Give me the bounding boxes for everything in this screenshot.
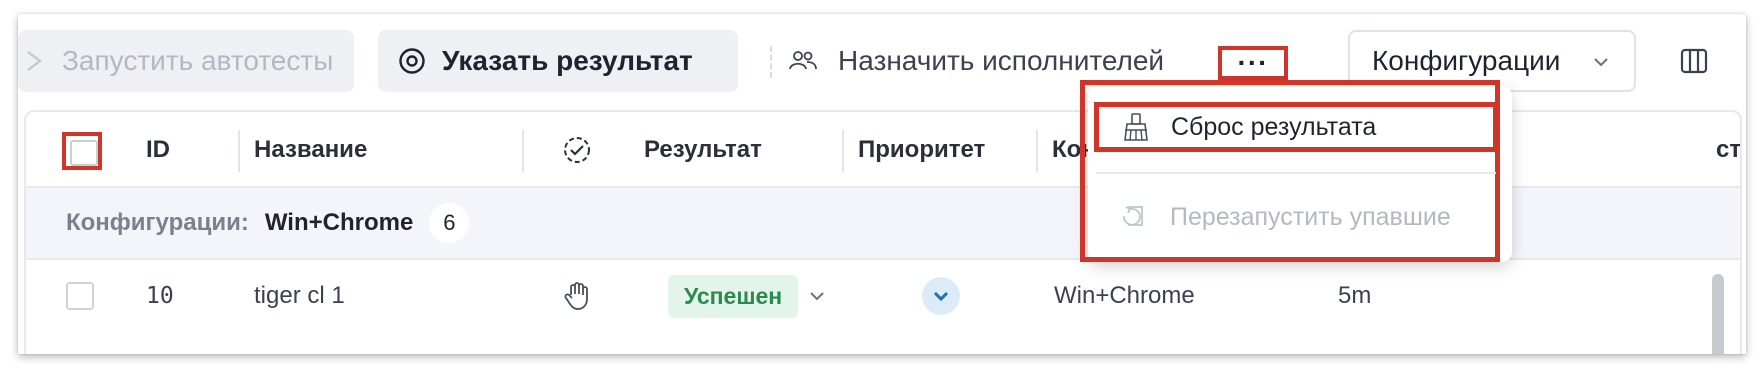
table-row[interactable]: 10 tiger cl 1 Успешен Win+Chrome 5m bbox=[26, 260, 1740, 332]
column-header-name[interactable]: Название bbox=[254, 112, 367, 188]
row-name[interactable]: tiger cl 1 bbox=[254, 260, 345, 332]
rerun-icon bbox=[1123, 206, 1143, 226]
play-icon bbox=[27, 51, 43, 71]
row-id: 10 bbox=[146, 283, 174, 309]
column-header-priority[interactable]: Приоритет bbox=[858, 112, 985, 188]
column-header-extra[interactable]: сти bbox=[1716, 112, 1740, 188]
priority-low-icon bbox=[922, 277, 960, 315]
configurations-label: Конфигурации bbox=[1372, 45, 1561, 76]
target-icon bbox=[399, 48, 425, 74]
vertical-scrollbar[interactable] bbox=[1712, 274, 1724, 354]
priority-cell bbox=[922, 260, 960, 332]
group-label: Конфигурации: bbox=[66, 209, 249, 236]
circle-check-icon bbox=[564, 137, 590, 163]
set-result-button[interactable]: Указать результат bbox=[378, 30, 738, 92]
run-autotests-label: Запустить автотесты bbox=[62, 45, 334, 76]
select-all-checkbox[interactable] bbox=[62, 132, 102, 170]
column-divider bbox=[238, 130, 240, 172]
app-frame: Запустить автотесты Указать результат На… bbox=[18, 14, 1746, 354]
users-icon bbox=[789, 51, 817, 70]
status-cell[interactable]: Успешен bbox=[668, 260, 826, 332]
column-header-result[interactable]: Результат bbox=[644, 112, 762, 188]
reset-result-label: Сброс результата bbox=[1171, 112, 1377, 141]
more-icon: ··· bbox=[1237, 47, 1269, 78]
more-actions-button[interactable]: ··· bbox=[1218, 46, 1288, 80]
row-checkbox[interactable] bbox=[66, 282, 94, 310]
row-configuration: Win+Chrome bbox=[1054, 282, 1195, 309]
column-divider bbox=[842, 130, 844, 172]
broom-icon bbox=[1124, 113, 1148, 141]
run-autotests-button[interactable]: Запустить автотесты bbox=[18, 30, 354, 92]
menu-item-rerun-failed[interactable]: Перезапустить упавшие bbox=[1094, 192, 1498, 242]
column-header-status[interactable] bbox=[562, 112, 592, 188]
columns-toggle-button[interactable] bbox=[1680, 48, 1708, 79]
assign-executors-label: Назначить исполнителей bbox=[838, 45, 1165, 76]
chevron-down-icon bbox=[1594, 58, 1608, 67]
chevron-down-icon bbox=[810, 292, 824, 301]
column-divider bbox=[1036, 130, 1038, 172]
set-result-label: Указать результат bbox=[442, 45, 693, 76]
group-value: Win+Chrome bbox=[264, 209, 414, 236]
menu-item-reset-result[interactable]: Сброс результата bbox=[1094, 102, 1498, 152]
row-duration: 5m bbox=[1338, 282, 1372, 309]
toolbar-divider bbox=[770, 46, 772, 78]
group-count-badge: 6 bbox=[429, 203, 470, 243]
column-divider bbox=[522, 130, 524, 172]
columns-icon bbox=[1680, 48, 1708, 74]
menu-divider bbox=[1096, 172, 1496, 174]
column-header-id[interactable]: ID bbox=[146, 112, 170, 188]
status-badge: Успешен bbox=[668, 274, 799, 318]
rerun-failed-label: Перезапустить упавшие bbox=[1170, 202, 1451, 231]
manual-hand-icon bbox=[564, 260, 590, 332]
